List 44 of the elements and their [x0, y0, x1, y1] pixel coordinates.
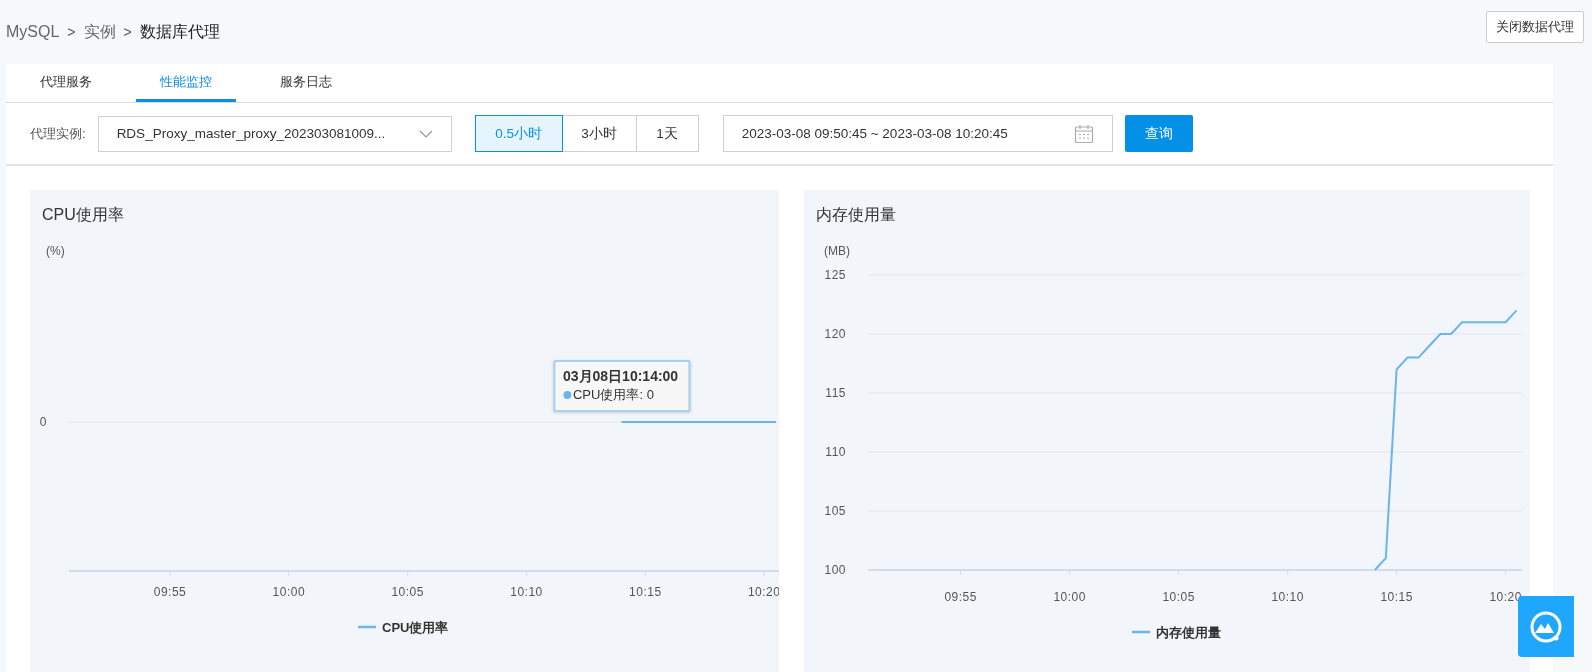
x-tick-label: 10:00 [1053, 590, 1086, 604]
y-tick-label: 125 [824, 268, 846, 282]
breadcrumb-current: 数据库代理 [139, 21, 220, 42]
y-tick-label: 110 [825, 445, 846, 459]
tooltip-dot-icon [562, 391, 571, 399]
axis-unit: (%) [46, 244, 65, 258]
tooltip-title: 03月08日10:14:00 [562, 368, 679, 386]
breadcrumb-link[interactable]: MySQL [6, 23, 60, 41]
chart-title: CPU使用率 [41, 205, 125, 225]
y-tick-label: 120 [824, 327, 846, 341]
breadcrumb-separator: > [67, 24, 76, 40]
legend-swatch [1132, 630, 1150, 634]
tab[interactable]: 性能监控 [136, 64, 236, 102]
chart-title: 内存使用量 [815, 205, 897, 225]
calendar-icon [1073, 123, 1094, 144]
x-tick-label: 10:10 [510, 585, 543, 599]
x-tick-label: 09:55 [944, 590, 977, 604]
close-proxy-button[interactable]: 关闭数据代理 [1486, 11, 1584, 43]
tab[interactable]: 代理服务 [16, 64, 116, 102]
breadcrumb-link[interactable]: 实例 [83, 21, 116, 43]
x-tick-label: 10:10 [1271, 590, 1304, 604]
x-tick-label: 10:15 [1380, 590, 1413, 604]
time-range-button[interactable]: 1天 [635, 115, 699, 152]
chevron-down-icon [418, 129, 433, 138]
x-tick-label: 10:00 [272, 585, 306, 599]
x-tick-label: 10:05 [1162, 590, 1195, 604]
x-tick-label: 10:05 [391, 585, 424, 599]
x-tick-label: 10:15 [629, 585, 662, 599]
instance-label: 代理实例: [30, 124, 86, 143]
date-range-field[interactable]: 2023-03-08 09:50:45 ~ 2023-03-08 10:20:45 [722, 115, 1113, 152]
time-range-button[interactable]: 3小时 [561, 115, 637, 152]
legend-label[interactable]: 内存使用量 [1156, 625, 1221, 640]
legend-label[interactable]: CPU使用率 [382, 620, 449, 635]
tab[interactable]: 服务日志 [256, 64, 356, 102]
y-tick-label: 0 [39, 415, 47, 429]
y-tick-label: 105 [824, 504, 846, 518]
x-tick-label: 09:55 [153, 585, 187, 599]
y-tick-label: 115 [825, 386, 846, 400]
legend-swatch [358, 625, 376, 629]
instance-dropdown[interactable]: RDS_Proxy_master_proxy_202303081009... [97, 115, 452, 152]
tooltip-value: CPU使用率: 0 [572, 386, 654, 404]
breadcrumb-separator: > [123, 24, 132, 40]
y-tick-label: 100 [824, 563, 846, 577]
axis-unit: (MB) [824, 244, 850, 258]
